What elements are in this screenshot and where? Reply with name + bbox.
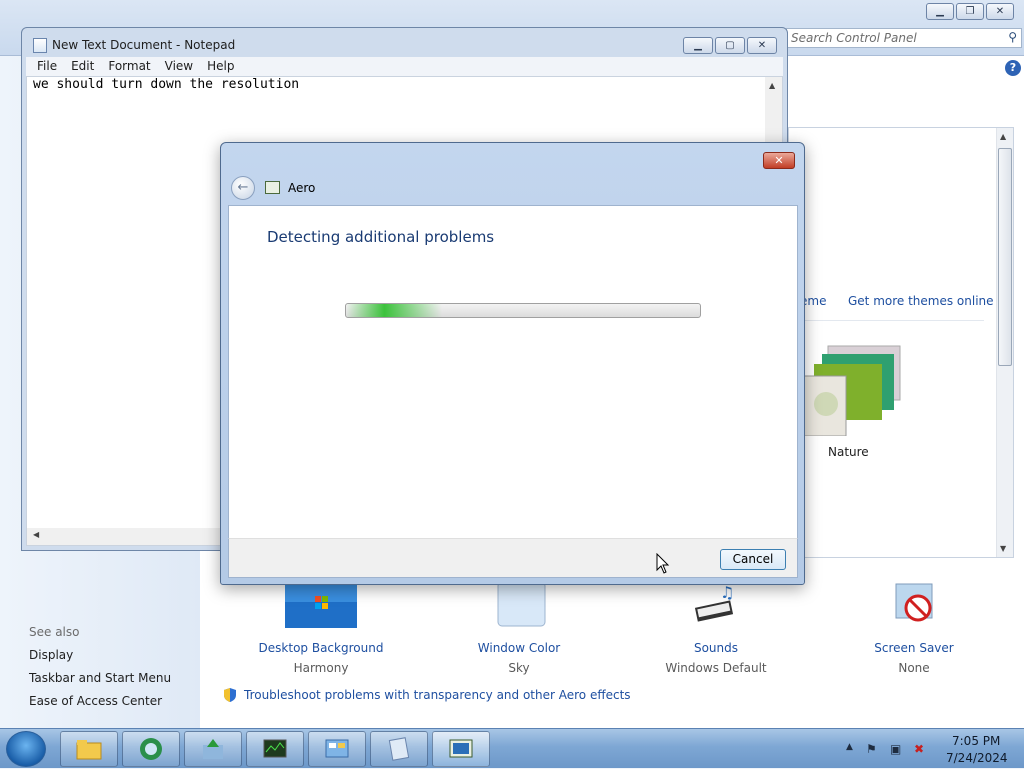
clock-date[interactable]: 7/24/2024 <box>946 751 1008 765</box>
media-player-icon <box>140 738 162 760</box>
taskbar-explorer[interactable] <box>60 731 118 767</box>
window-color-link[interactable]: Window Color <box>439 641 599 655</box>
action-center-flag-icon[interactable]: ⚑ <box>866 742 877 756</box>
notepad-content[interactable]: we should turn down the resolution <box>33 77 299 92</box>
sounds-value: Windows Default <box>665 661 767 675</box>
screen-saver-value: None <box>898 661 930 675</box>
dialog-close-button[interactable]: ✕ <box>763 152 795 169</box>
desktop-background-icon <box>285 582 357 628</box>
scroll-down-icon[interactable]: ▼ <box>1000 544 1006 553</box>
control-panel-icon <box>325 739 349 758</box>
svg-text:♫: ♫ <box>720 583 734 602</box>
screen-saver-link[interactable]: Screen Saver <box>834 641 994 655</box>
clock-time[interactable]: 7:05 PM <box>952 734 1000 748</box>
folder-icon <box>76 740 102 760</box>
screen-saver-icon <box>895 583 933 622</box>
troubleshoot-link-text[interactable]: Troubleshoot problems with transparency … <box>244 688 631 702</box>
scroll-up-icon[interactable]: ▲ <box>769 81 775 90</box>
start-button[interactable] <box>6 731 46 767</box>
taskbar-media-player[interactable] <box>122 731 180 767</box>
sounds-item[interactable]: ♫ Sounds Windows Default <box>636 582 796 675</box>
troubleshooter-icon <box>265 181 280 194</box>
control-panel-caption-buttons: ▁ ❐ ✕ <box>926 3 1014 20</box>
scroll-thumb[interactable] <box>998 148 1012 366</box>
taskbar-app-monitor[interactable] <box>246 731 304 767</box>
divider <box>800 320 984 321</box>
progress-bar <box>345 303 701 318</box>
dialog-heading: Detecting additional problems <box>267 228 495 246</box>
dialog-title: Aero <box>288 181 316 195</box>
notepad-taskbar-icon <box>388 737 410 761</box>
close-button[interactable]: ✕ <box>986 3 1014 20</box>
back-arrow-icon[interactable]: ← <box>231 176 255 200</box>
resource-monitor-icon <box>263 739 287 758</box>
taskbar-control-panel[interactable] <box>308 731 366 767</box>
cancel-button[interactable]: Cancel <box>720 549 786 570</box>
window-color-value: Sky <box>508 661 530 675</box>
menu-edit[interactable]: Edit <box>71 57 94 76</box>
progress-bar-fill <box>346 304 442 317</box>
taskbar-notepad[interactable] <box>370 731 428 767</box>
scroll-left-icon[interactable]: ◀ <box>33 530 39 539</box>
sounds-link[interactable]: Sounds <box>636 641 796 655</box>
screen-saver-item[interactable]: Screen Saver None <box>834 582 994 675</box>
show-hidden-icons-icon[interactable]: ▲ <box>846 742 853 752</box>
scroll-up-icon[interactable]: ▲ <box>1000 132 1006 141</box>
display-link[interactable]: Display <box>29 648 73 662</box>
search-placeholder: Search Control Panel <box>791 31 917 45</box>
notepad-title: New Text Document - Notepad <box>52 38 236 52</box>
notepad-minimize-button[interactable]: ▁ <box>683 37 713 54</box>
troubleshooter-taskbar-icon <box>449 739 473 758</box>
minimize-button[interactable]: ▁ <box>926 3 954 20</box>
menu-help[interactable]: Help <box>207 57 234 76</box>
get-more-themes-link[interactable]: Get more themes online <box>848 294 994 308</box>
notepad-close-button[interactable]: ✕ <box>747 37 777 54</box>
shield-icon <box>224 688 236 702</box>
network-icon[interactable]: ▣ <box>890 742 901 756</box>
taskbar: ▲ ⚑ ▣ ✖ 7:05 PM 7/24/2024 <box>0 728 1024 768</box>
dialog-body: Detecting additional problems <box>228 205 798 538</box>
dialog-footer: Cancel <box>228 538 798 578</box>
help-icon[interactable]: ? <box>1005 60 1021 76</box>
notepad-icon <box>33 38 47 53</box>
taskbar-app-download[interactable] <box>184 731 242 767</box>
desktop-background-item[interactable]: Desktop Background Harmony <box>241 582 401 675</box>
taskbar-aero-troubleshooter[interactable] <box>432 731 490 767</box>
aero-troubleshooter-dialog: ✕ ← Aero Detecting additional problems C… <box>220 142 805 585</box>
ease-of-access-link[interactable]: Ease of Access Center <box>29 694 162 708</box>
window-color-item[interactable]: Window Color Sky <box>439 581 599 675</box>
nature-theme-label: Nature <box>828 445 869 459</box>
notepad-menubar: File Edit Format View Help <box>26 57 783 76</box>
search-icon[interactable]: ⚲ <box>1008 30 1017 44</box>
themes-list-panel: ▲ ▼ <box>788 127 1014 558</box>
themes-scrollbar[interactable]: ▲ ▼ <box>996 128 1013 557</box>
volume-muted-icon[interactable]: ✖ <box>914 742 924 756</box>
taskbar-start-menu-link[interactable]: Taskbar and Start Menu <box>29 671 171 685</box>
sounds-icon: ♫ <box>694 583 734 622</box>
restore-button[interactable]: ❐ <box>956 3 984 20</box>
search-input[interactable]: Search Control Panel ⚲ <box>786 28 1022 48</box>
nature-theme-thumbnail[interactable] <box>804 344 904 436</box>
see-also-heading: See also <box>29 625 80 639</box>
menu-view[interactable]: View <box>165 57 193 76</box>
notepad-caption-buttons: ▁ ▢ ✕ <box>683 37 777 54</box>
menu-file[interactable]: File <box>37 57 57 76</box>
notepad-maximize-button[interactable]: ▢ <box>715 37 745 54</box>
mouse-cursor-icon <box>656 553 670 574</box>
desktop-background-link[interactable]: Desktop Background <box>241 641 401 655</box>
menu-format[interactable]: Format <box>108 57 150 76</box>
window-color-icon <box>497 581 546 627</box>
download-icon <box>203 739 223 759</box>
troubleshoot-aero-link[interactable]: Troubleshoot problems with transparency … <box>222 687 631 703</box>
desktop-background-value: Harmony <box>293 661 349 675</box>
